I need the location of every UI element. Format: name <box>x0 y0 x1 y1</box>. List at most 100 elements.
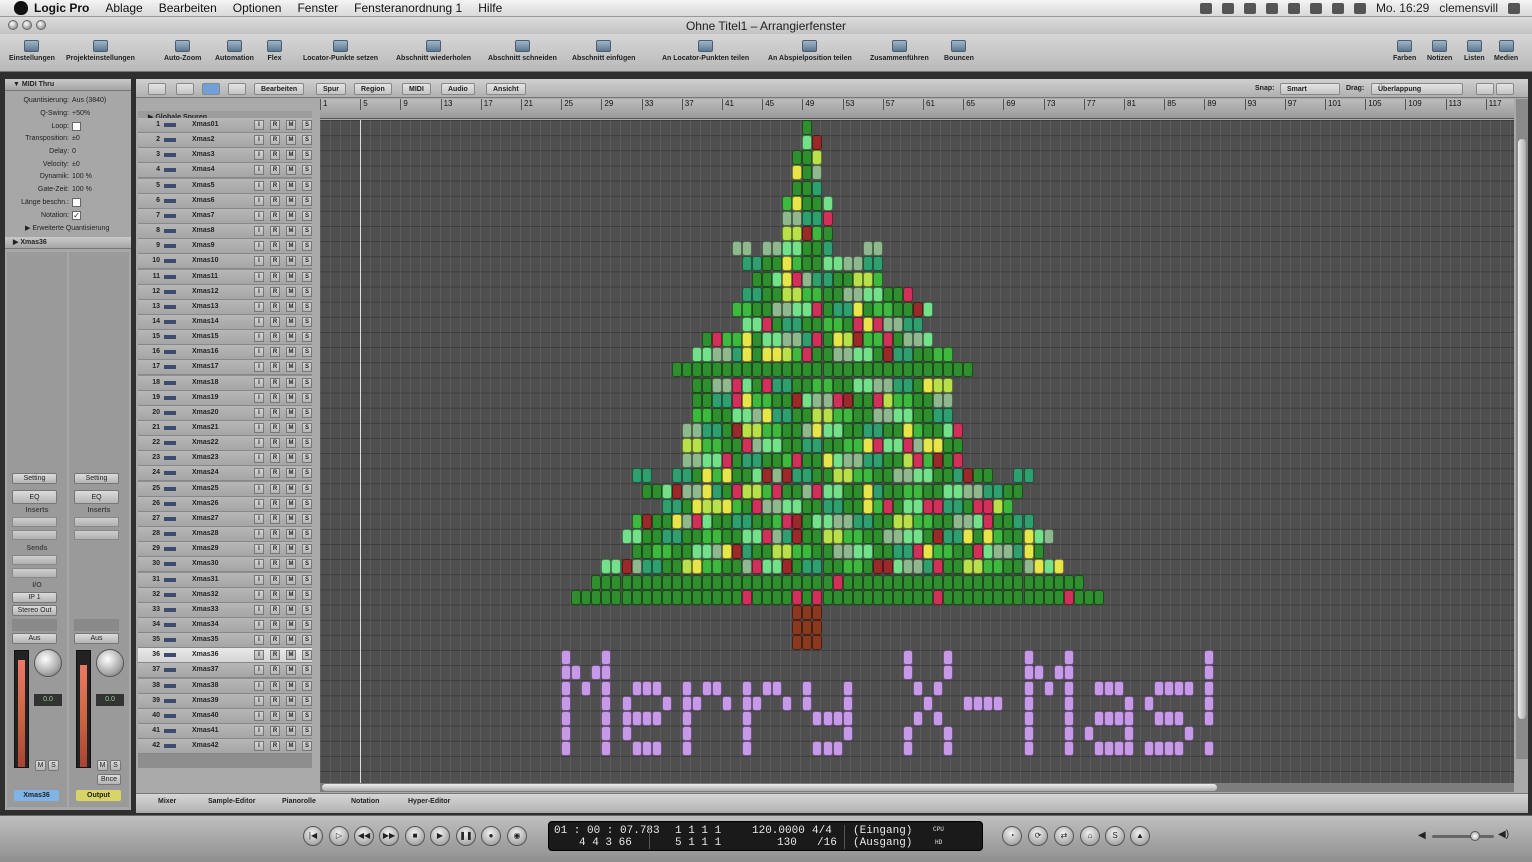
tree-region[interactable] <box>923 377 933 393</box>
track-m-button[interactable]: M <box>286 529 296 540</box>
tree-region[interactable] <box>742 286 753 302</box>
tree-region[interactable] <box>1053 559 1064 575</box>
apple-icon[interactable] <box>14 1 28 15</box>
tree-region[interactable] <box>742 423 753 438</box>
toolbar-abschnitt-einfuegen[interactable]: Abschnitt einfügen <box>572 40 635 62</box>
track-name[interactable]: Xmas4 <box>192 163 215 177</box>
track-header[interactable]: 28 Xmas28 I R M S <box>138 527 312 543</box>
track-i-button[interactable]: I <box>254 150 264 161</box>
tree-region[interactable] <box>832 544 843 560</box>
tree-region[interactable] <box>782 438 793 454</box>
track-r-button[interactable]: R <box>270 407 280 418</box>
tree-region[interactable] <box>792 513 803 529</box>
tree-region[interactable] <box>732 513 743 529</box>
tree-region[interactable] <box>832 362 843 378</box>
region-parameters-header[interactable]: ▼ MIDI Thru <box>5 79 131 91</box>
tree-region[interactable] <box>701 332 712 348</box>
tree-region[interactable] <box>862 316 873 332</box>
tree-region[interactable] <box>691 513 702 529</box>
tree-region[interactable] <box>892 362 903 378</box>
param-q-swing[interactable]: Q-Swing: +50% <box>5 107 131 120</box>
track-name[interactable]: Xmas34 <box>192 618 218 632</box>
track-s-button[interactable]: S <box>302 529 312 540</box>
tree-region[interactable] <box>792 392 803 408</box>
tree-region[interactable] <box>943 483 954 499</box>
tree-region[interactable] <box>792 362 803 378</box>
track-m-button[interactable]: M <box>286 544 296 555</box>
tree-region[interactable] <box>701 468 712 484</box>
tree-region[interactable] <box>792 453 803 469</box>
tree-region[interactable] <box>862 483 873 499</box>
track-i-button[interactable]: I <box>254 423 264 433</box>
tree-region[interactable] <box>752 513 763 529</box>
tree-region[interactable] <box>943 559 954 575</box>
tree-region[interactable] <box>902 392 913 408</box>
text-region[interactable] <box>561 695 572 711</box>
tree-region[interactable] <box>862 423 873 438</box>
tree-region[interactable] <box>631 513 642 529</box>
tree-region[interactable] <box>802 438 813 454</box>
track-r-button[interactable]: R <box>270 680 280 691</box>
tree-region[interactable] <box>762 423 773 438</box>
tree-region[interactable] <box>651 589 662 605</box>
tree-region[interactable] <box>651 483 662 499</box>
tree-region[interactable] <box>902 559 913 575</box>
tree-region[interactable] <box>822 407 833 423</box>
track-s-button[interactable]: S <box>302 241 312 252</box>
tree-region[interactable] <box>802 468 813 484</box>
text-region[interactable] <box>621 710 632 726</box>
tree-region[interactable] <box>812 180 823 196</box>
play-from-selection-icon[interactable]: ▷ <box>329 826 349 846</box>
text-region[interactable] <box>561 650 572 666</box>
tree-region[interactable] <box>812 165 823 181</box>
tree-region[interactable] <box>762 316 773 332</box>
tree-region[interactable] <box>772 392 783 408</box>
toolbar-listen[interactable]: Listen <box>1464 40 1485 62</box>
track-r-button[interactable]: R <box>270 135 280 146</box>
tree-region[interactable] <box>671 483 682 499</box>
track-s-button[interactable]: S <box>302 559 312 570</box>
text-region[interactable] <box>943 726 954 741</box>
tree-region[interactable] <box>1053 589 1064 605</box>
track-r-button[interactable]: R <box>270 544 280 555</box>
tree-region[interactable] <box>762 559 773 575</box>
tree-region[interactable] <box>943 513 954 529</box>
track-header[interactable]: 17 Xmas17 I R M S <box>138 360 312 376</box>
tree-region[interactable] <box>691 407 702 423</box>
text-region[interactable] <box>661 695 672 711</box>
track-name[interactable]: Xmas38 <box>192 679 218 693</box>
track-header[interactable]: 7 Xmas7 I R M S <box>138 208 312 224</box>
track-m-button[interactable]: M <box>286 256 296 267</box>
tree-region[interactable] <box>852 332 863 348</box>
track-header[interactable]: 15 Xmas15 I R M S <box>138 330 312 346</box>
param-value[interactable]: 100 % <box>72 183 92 196</box>
tree-region[interactable] <box>852 453 863 469</box>
tree-region[interactable] <box>912 332 923 348</box>
menu-app[interactable]: Logic Pro <box>28 1 97 15</box>
tree-region[interactable] <box>892 392 903 408</box>
tree-region[interactable] <box>802 226 813 242</box>
track-s-button[interactable]: S <box>302 135 312 146</box>
tree-region[interactable] <box>1003 559 1014 575</box>
tree-region[interactable] <box>621 589 632 605</box>
tree-region[interactable] <box>812 286 823 302</box>
tree-region[interactable] <box>711 589 722 605</box>
tree-region[interactable] <box>872 483 883 499</box>
tree-region[interactable] <box>711 407 722 423</box>
param-quantisierung[interactable]: Quantisierung: Aus (3840) <box>5 94 131 107</box>
tree-region[interactable] <box>973 483 984 499</box>
tree-region[interactable] <box>923 589 933 605</box>
track-i-button[interactable]: I <box>254 120 264 130</box>
tree-region[interactable] <box>812 362 823 378</box>
tree-region[interactable] <box>993 529 1004 545</box>
tree-region[interactable] <box>923 529 933 545</box>
text-region[interactable] <box>651 741 662 757</box>
menu-optionen[interactable]: Optionen <box>225 1 290 15</box>
tree-region[interactable] <box>792 529 803 545</box>
track-m-button[interactable]: M <box>286 726 296 736</box>
tree-region[interactable] <box>933 483 944 499</box>
tree-region[interactable] <box>852 544 863 560</box>
tree-region[interactable] <box>852 407 863 423</box>
tree-region[interactable] <box>1083 589 1094 605</box>
playhead[interactable] <box>360 120 361 783</box>
